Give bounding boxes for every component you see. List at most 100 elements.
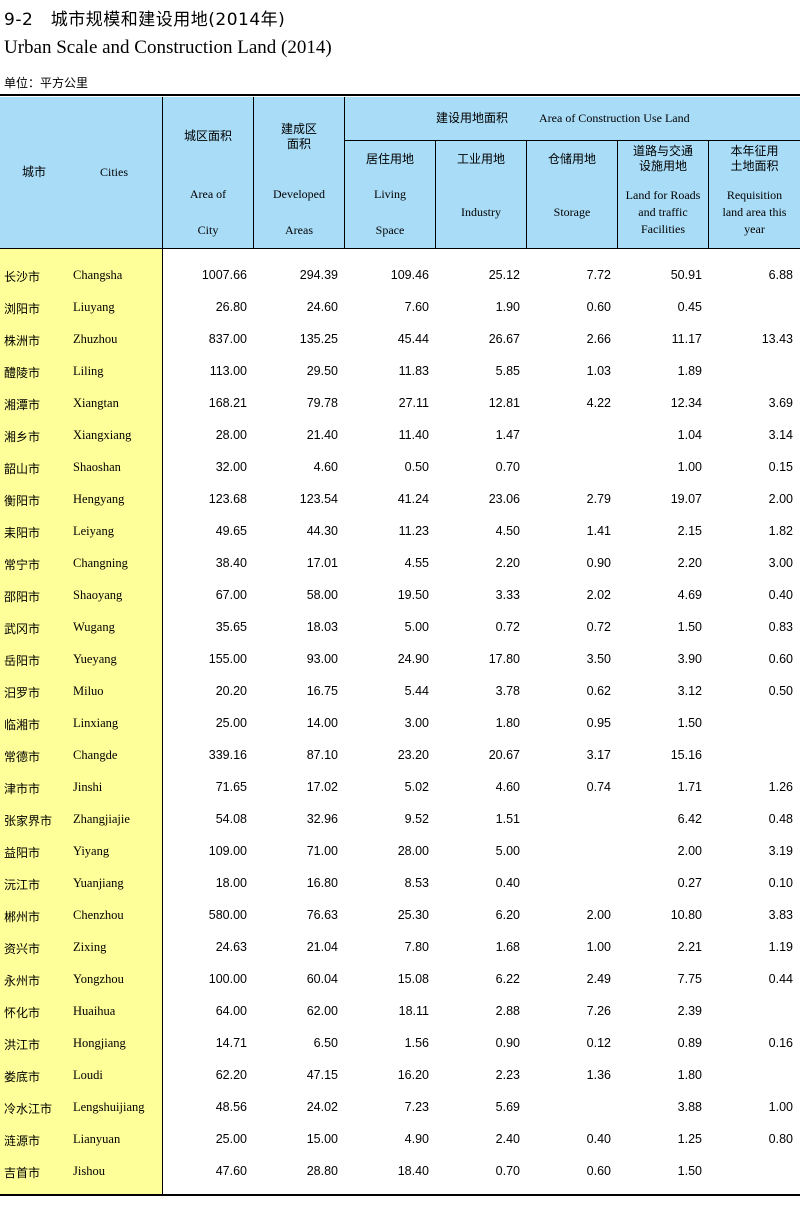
table-row: 怀化市 Huaihua 64.00 62.00 18.11 2.88 7.26 2.39 <box>0 990 800 1022</box>
cell-dev: 21.04 <box>306 940 338 954</box>
cell-industry: 23.06 <box>488 492 520 506</box>
cell-dev: 28.80 <box>306 1164 338 1178</box>
cell-dev: 15.00 <box>306 1132 338 1146</box>
cell-industry: 5.00 <box>495 844 520 858</box>
cell-dev: 14.00 <box>306 716 338 730</box>
cell-industry: 5.69 <box>495 1100 520 1114</box>
header-dev-cn2: 面积 <box>286 137 311 151</box>
city-name-en: Zhuzhou <box>73 332 118 346</box>
cell-area: 18.00 <box>215 876 247 890</box>
cell-roads: 3.88 <box>677 1100 702 1114</box>
cell-req: 3.14 <box>768 428 793 442</box>
table-row: 津市市 Jinshi 71.65 17.02 5.02 4.60 0.74 1.71 1.26 <box>0 766 800 798</box>
cell-dev: 18.03 <box>306 620 338 634</box>
cell-roads: 10.80 <box>670 908 702 922</box>
cell-industry: 1.47 <box>495 428 520 442</box>
cell-dev: 24.60 <box>306 300 338 314</box>
header-roads-cn2: 设施用地 <box>638 159 687 173</box>
cell-industry: 0.72 <box>495 620 520 634</box>
cell-area: 837.00 <box>208 332 247 346</box>
header-construction-cn: 建设用地面积 <box>436 111 509 125</box>
divider <box>344 140 800 141</box>
city-name-cn: 湘乡市 <box>4 430 41 444</box>
city-name-en: Xiangxiang <box>73 428 132 442</box>
city-name-cn: 岳阳市 <box>4 654 41 668</box>
header-dev-en1: Developed <box>273 187 325 201</box>
city-name-en: Liuyang <box>73 300 115 314</box>
table-row: 耒阳市 Leiyang 49.65 44.30 11.23 4.50 1.41 2.15 1.8… <box>0 510 800 542</box>
cell-dev: 32.96 <box>306 812 338 826</box>
cell-storage: 3.50 <box>586 652 611 666</box>
cell-area: 24.63 <box>215 940 247 954</box>
header-roads-en1: Land for Roads <box>625 188 701 202</box>
cell-dev: 93.00 <box>306 652 338 666</box>
table-row: 岳阳市 Yueyang 155.00 93.00 24.90 17.80 3.50 3.90 0… <box>0 638 800 670</box>
cell-storage: 0.60 <box>586 1164 611 1178</box>
city-name-en: Miluo <box>73 684 104 698</box>
cell-storage: 3.17 <box>586 748 611 762</box>
table-row: 武冈市 Wugang 35.65 18.03 5.00 0.72 0.72 1.50 0.83 <box>0 606 800 638</box>
table-row: 常宁市 Changning 38.40 17.01 4.55 2.20 0.90 2.20 3.… <box>0 542 800 574</box>
cell-storage: 4.22 <box>586 396 611 410</box>
city-name-cn: 浏阳市 <box>4 302 41 316</box>
cell-area: 168.21 <box>208 396 247 410</box>
cell-req: 1.26 <box>768 780 793 794</box>
table-row: 涟源市 Lianyuan 25.00 15.00 4.90 2.40 0.40 1.25 0.8… <box>0 1118 800 1150</box>
cell-roads: 50.91 <box>670 268 702 282</box>
cell-industry: 0.70 <box>495 460 520 474</box>
header-city-cn: 城市 <box>22 165 47 179</box>
city-name-cn: 株洲市 <box>4 334 41 348</box>
cell-storage: 2.00 <box>586 908 611 922</box>
cell-dev: 76.63 <box>306 908 338 922</box>
cell-roads: 0.27 <box>677 876 702 890</box>
cell-roads: 1.50 <box>677 716 702 730</box>
cell-industry: 4.60 <box>495 780 520 794</box>
city-name-cn: 永州市 <box>4 974 41 988</box>
cell-roads: 3.12 <box>677 684 702 698</box>
cell-living: 24.90 <box>397 652 429 666</box>
header-dev-en2: Areas <box>285 223 313 237</box>
cell-industry: 6.22 <box>495 972 520 986</box>
cell-industry: 26.67 <box>488 332 520 346</box>
cell-area: 25.00 <box>215 716 247 730</box>
city-name-en: Yiyang <box>73 844 110 858</box>
city-name-en: Changsha <box>73 268 123 282</box>
cell-living: 9.52 <box>404 812 429 826</box>
city-name-cn: 韶山市 <box>4 462 41 476</box>
cell-living: 7.80 <box>404 940 429 954</box>
cell-dev: 123.54 <box>299 492 338 506</box>
cell-industry: 4.50 <box>495 524 520 538</box>
cell-roads: 1.71 <box>677 780 702 794</box>
cell-dev: 71.00 <box>306 844 338 858</box>
cell-living: 5.00 <box>404 620 429 634</box>
table-row: 娄底市 Loudi 62.20 47.15 16.20 2.23 1.36 1.80 <box>0 1054 800 1086</box>
cell-dev: 17.01 <box>306 556 338 570</box>
cell-living: 11.83 <box>398 364 429 378</box>
cell-storage: 1.41 <box>586 524 611 538</box>
cell-industry: 2.88 <box>495 1004 520 1018</box>
cell-dev: 62.00 <box>306 1004 338 1018</box>
cell-industry: 20.67 <box>488 748 520 762</box>
cell-area: 1007.66 <box>201 268 247 282</box>
cell-req: 1.82 <box>768 524 793 538</box>
table-row: 郴州市 Chenzhou 580.00 76.63 25.30 6.20 2.00 10.80… <box>0 894 800 926</box>
table-row: 常德市 Changde 339.16 87.10 23.20 20.67 3.17 15.16 <box>0 734 800 766</box>
cell-dev: 60.04 <box>306 972 338 986</box>
city-name-cn: 资兴市 <box>4 942 41 956</box>
cell-storage: 1.03 <box>586 364 611 378</box>
cell-dev: 135.25 <box>299 332 338 346</box>
table-row: 湘乡市 Xiangxiang 28.00 21.40 11.40 1.47 1.04 3.14 <box>0 414 800 446</box>
cell-area: 580.00 <box>208 908 247 922</box>
city-name-en: Changning <box>73 556 128 570</box>
cell-industry: 25.12 <box>488 268 520 282</box>
cell-living: 7.23 <box>404 1100 429 1114</box>
header-req-en3: year <box>744 222 765 236</box>
table-row: 吉首市 Jishou 47.60 28.80 18.40 0.70 0.60 1.50 <box>0 1150 800 1182</box>
city-name-en: Lengshuijiang <box>73 1100 145 1114</box>
cell-roads: 1.80 <box>677 1068 702 1082</box>
table-row: 沅江市 Yuanjiang 18.00 16.80 8.53 0.40 0.27 0.10 <box>0 862 800 894</box>
city-name-en: Loudi <box>73 1068 103 1082</box>
header-living-en1: Living <box>374 187 406 201</box>
cell-req: 0.16 <box>768 1036 793 1050</box>
table-row: 韶山市 Shaoshan 32.00 4.60 0.50 0.70 1.00 0.15 <box>0 446 800 478</box>
